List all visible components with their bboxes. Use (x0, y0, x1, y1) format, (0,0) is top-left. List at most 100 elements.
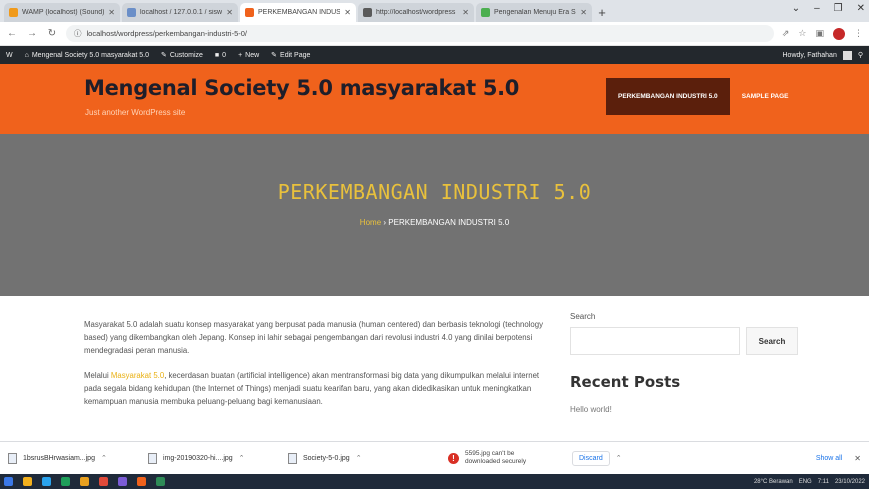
favicon-icon (363, 8, 372, 17)
admin-bar-right: Howdy, Fathahan ⚲ (783, 50, 863, 60)
tab-label: http://localhost/wordpress (376, 9, 456, 16)
howdy-account[interactable]: Howdy, Fathahan (783, 52, 837, 59)
avatar[interactable] (842, 50, 852, 60)
close-tab-icon[interactable]: ✕ (344, 8, 351, 17)
site-tagline: Just another WordPress site (85, 108, 186, 117)
minimize-button[interactable]: – (814, 3, 820, 14)
admin-site-name-label: Mengenal Society 5.0 masyarakat 5.0 (31, 51, 149, 59)
recent-posts-heading: Recent Posts (570, 373, 681, 391)
clock-time[interactable]: 7:11 (818, 479, 829, 485)
comments-count: 0 (222, 51, 227, 59)
clock-date[interactable]: 23/10/2022 (835, 479, 865, 485)
tab-list: WAMP (localhost) (Sound) · ✕ localhost / 1… (4, 3, 594, 22)
breadcrumb-separator: › (383, 218, 387, 227)
breadcrumb-current: PERKEMBANGAN INDUSTRI 5.0 (388, 218, 510, 227)
reload-icon[interactable]: ↻ (46, 28, 58, 39)
menu-item-perkembangan-industri[interactable]: PERKEMBANGAN INDUSTRI 5.0 (606, 78, 730, 115)
browser-tab-strip: WAMP (localhost) (Sound) · ✕ localhost / 1… (0, 0, 869, 22)
browser-tab[interactable]: PERKEMBANGAN INDUSTRI✕ (240, 3, 356, 22)
comments-link[interactable]: ■ 0 (215, 52, 226, 59)
chevron-up-icon[interactable]: ⌃ (239, 454, 245, 462)
search-label: Search (570, 312, 596, 321)
search-button[interactable]: Search (746, 327, 798, 355)
taskbar-app-icon[interactable] (156, 477, 165, 486)
search-input[interactable] (570, 327, 740, 355)
taskbar-app-icon[interactable] (118, 477, 127, 486)
home-icon: ⌂ (24, 51, 29, 59)
bookmark-star-icon[interactable]: ☆ (798, 28, 806, 39)
maximize-button[interactable]: ❐ (834, 3, 843, 14)
url-text: localhost/wordpress/perkembangan-industr… (86, 29, 248, 38)
browser-tab[interactable]: Pengenalan Menuju Era Societ ✕ (476, 3, 592, 22)
new-tab-button[interactable]: + (594, 3, 610, 22)
taskbar-app-icon[interactable] (23, 477, 32, 486)
tab-label: WAMP (localhost) (Sound) · (22, 9, 105, 16)
download-filename: 1bsrusBHrwasiam...jpg (23, 454, 95, 462)
menu-item-sample-page[interactable]: SAMPLE PAGE (730, 78, 801, 115)
menu-dots-icon[interactable]: ⋮ (854, 28, 863, 39)
chevron-up-icon[interactable]: ⌃ (101, 454, 107, 462)
file-icon (288, 452, 297, 464)
browser-toolbar: ← → ↻ ⓘ localhost/wordpress/perkembangan… (0, 22, 869, 46)
new-label: New (245, 51, 260, 59)
favicon-icon (245, 8, 254, 17)
favicon-icon (481, 8, 490, 17)
masyarakat-link[interactable]: Masyarakat 5.0 (111, 371, 164, 380)
taskbar-app-icon[interactable] (42, 477, 51, 486)
favicon-icon (127, 8, 136, 17)
wp-logo-icon[interactable]: W (6, 52, 13, 59)
chevron-up-icon[interactable]: ⌃ (356, 454, 362, 462)
taskbar-app-icon[interactable] (137, 477, 146, 486)
breadcrumb-home[interactable]: Home (360, 218, 381, 227)
taskbar-app-icon[interactable] (99, 477, 108, 486)
pencil-icon: ✎ (160, 52, 167, 59)
weather-text[interactable]: 28°C Berawan (754, 479, 793, 485)
info-icon[interactable]: ⓘ (74, 28, 82, 39)
show-all-button[interactable]: Show all (816, 455, 842, 462)
recent-post-link[interactable]: Hello world! (570, 405, 798, 414)
download-item[interactable]: 1bsrusBHrwasiam...jpg ⌃ (8, 452, 148, 464)
close-window-button[interactable]: ✕ (857, 3, 865, 14)
customize-link[interactable]: ✎ Customize (160, 51, 203, 60)
browser-tab[interactable]: WAMP (localhost) (Sound) · ✕ (4, 3, 120, 22)
admin-site-name[interactable]: ⌂ Mengenal Society 5.0 masyarakat 5.0 (25, 52, 149, 59)
download-filename: Society-5-0.jpg (303, 454, 350, 462)
edit-page-link[interactable]: ✎ Edit Page (271, 51, 310, 60)
tab-label: PERKEMBANGAN INDUSTRI (258, 9, 341, 16)
forward-icon[interactable]: → (26, 28, 38, 39)
search-icon[interactable]: ⚲ (858, 51, 863, 59)
start-button[interactable] (4, 477, 13, 486)
tab-label: localhost / 127.0.0.1 / sisw (140, 9, 223, 16)
tab-search-icon[interactable]: ⌄ (792, 3, 800, 14)
extensions-icon[interactable]: ▣ (815, 28, 824, 39)
windows-taskbar: 28°C Berawan ENG 7:11 23/10/2022 (0, 474, 869, 489)
failed-filename: 5595.jpg can't be (465, 450, 515, 457)
content-paragraph: Melalui Masyarakat 5.0, kecerdasan buata… (84, 369, 546, 408)
taskbar-app-icon[interactable] (80, 477, 89, 486)
profile-avatar[interactable] (833, 27, 845, 40)
discard-button[interactable]: Discard (572, 450, 610, 466)
new-link[interactable]: + New (238, 52, 259, 59)
download-item[interactable]: Society-5-0.jpg ⌃ (288, 452, 428, 464)
close-tab-icon[interactable]: ✕ (580, 8, 587, 17)
share-icon[interactable]: ⇗ (782, 28, 790, 39)
downloads-bar: 1bsrusBHrwasiam...jpg ⌃ img-20190320-hi..… (0, 441, 869, 474)
language-indicator[interactable]: ENG (799, 479, 812, 485)
close-tab-icon[interactable]: ✕ (226, 8, 233, 17)
address-bar[interactable]: ⓘ localhost/wordpress/perkembangan-indus… (66, 25, 774, 42)
wp-admin-bar: W ⌂ Mengenal Society 5.0 masyarakat 5.0 ✎… (0, 46, 869, 64)
error-icon: ! (448, 452, 459, 464)
site-title[interactable]: Mengenal Society 5.0 masyarakat 5.0 (84, 76, 519, 100)
taskbar-app-icon[interactable] (61, 477, 70, 486)
download-item[interactable]: img-20190320-hi....jpg ⌃ (148, 452, 288, 464)
page-title: PERKEMBANGAN INDUSTRI 5.0 (277, 180, 592, 204)
close-tab-icon[interactable]: ✕ (462, 8, 469, 17)
close-tab-icon[interactable]: ✕ (108, 8, 115, 17)
download-failed-item[interactable]: ! 5595.jpg can't be downloaded securely (448, 450, 568, 466)
customize-label: Customize (169, 51, 203, 59)
back-icon[interactable]: ← (6, 28, 18, 39)
browser-tab[interactable]: localhost / 127.0.0.1 / sisw ✕ (122, 3, 238, 22)
close-downloads-button[interactable]: ✕ (854, 454, 861, 463)
chevron-up-icon[interactable]: ⌃ (616, 454, 622, 462)
browser-tab[interactable]: http://localhost/wordpress ✕ (358, 3, 474, 22)
